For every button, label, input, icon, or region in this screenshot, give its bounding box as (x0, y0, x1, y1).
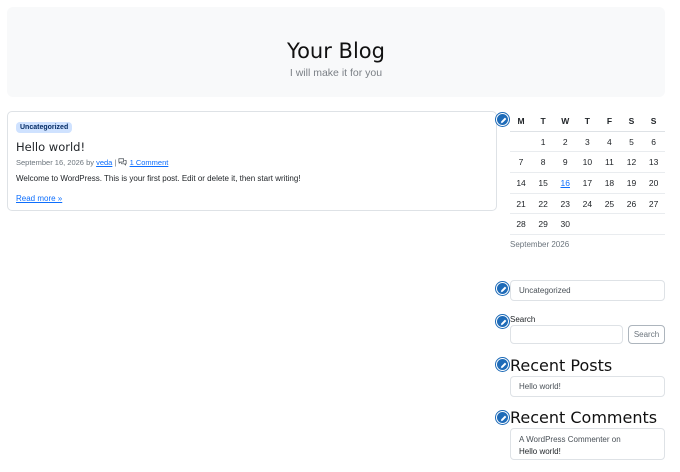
edit-calendar-button[interactable] (496, 113, 509, 126)
pencil-icon (500, 362, 507, 369)
edit-categories-button[interactable] (496, 282, 509, 295)
calendar-day: 27 (648, 198, 659, 209)
post-by-label: by (86, 158, 94, 167)
post-date: September 16, 2026 (16, 158, 84, 167)
pencil-icon (500, 117, 507, 124)
calendar-week: 7 8 9 10 11 12 13 (510, 152, 665, 174)
recent-post-link[interactable]: Hello world! (519, 382, 561, 391)
meta-separator: | (114, 158, 117, 167)
calendar-day: 26 (626, 198, 637, 209)
calendar-day (576, 214, 598, 234)
pencil-icon (500, 415, 507, 422)
calendar-day: 25 (604, 198, 615, 209)
calendar-day: 14 (516, 177, 526, 188)
category-link[interactable]: Uncategorized (519, 286, 571, 295)
calendar-weekday: T (584, 115, 590, 126)
calendar-weekday: M (517, 115, 525, 126)
calendar-day: 12 (626, 157, 637, 168)
calendar-day: 9 (562, 157, 568, 168)
calendar-day: 10 (582, 157, 593, 168)
calendar-week: 21 22 23 24 25 26 27 (510, 194, 665, 215)
site-tagline: I will make it for you (289, 67, 383, 79)
pencil-icon (500, 319, 507, 326)
post-card: Uncategorized Hello world! September 16,… (7, 111, 497, 211)
post-title[interactable]: Hello world! (16, 140, 85, 154)
calendar-weekday: S (650, 115, 657, 126)
calendar-day: 15 (538, 177, 548, 188)
comment-post-link[interactable]: Hello world! (519, 446, 656, 458)
calendar-day: 4 (607, 136, 612, 147)
calendar-day: 18 (604, 177, 615, 188)
post-comments-link[interactable]: 1 Comment (130, 158, 169, 167)
comment-author[interactable]: A WordPress Commenter (519, 435, 610, 444)
calendar-day: 24 (582, 198, 593, 209)
search-input[interactable] (510, 325, 623, 344)
recent-comment-item: A WordPress Commenter on (519, 434, 656, 446)
search-label: Search (510, 315, 536, 324)
calendar-day: 6 (651, 136, 656, 147)
calendar-day: 19 (626, 177, 637, 188)
category-badge[interactable]: Uncategorized (16, 122, 73, 133)
calendar-weekday-row: M T W T F S S (510, 111, 665, 132)
calendar-day: 1 (540, 136, 546, 147)
calendar-day (643, 214, 665, 234)
calendar-day: 22 (538, 198, 548, 209)
calendar-week: 28 29 30 (510, 214, 665, 236)
calendar-day: 23 (560, 198, 570, 209)
calendar-day: 17 (582, 177, 593, 188)
calendar-day-link[interactable]: 16 (561, 178, 570, 188)
edit-recent-comments-button[interactable] (496, 411, 509, 424)
calendar-day (620, 214, 642, 234)
edit-search-button[interactable] (496, 315, 509, 328)
calendar-day: 3 (584, 136, 590, 147)
calendar-day: 30 (560, 219, 570, 230)
comments-icon (118, 158, 127, 166)
recent-posts-list: Hello world! (510, 376, 665, 397)
pencil-icon (500, 286, 507, 293)
calendar-day: 8 (540, 157, 546, 168)
recent-comments-list: A WordPress Commenter on Hello world! (510, 428, 665, 460)
categories-widget: Uncategorized (510, 280, 665, 301)
calendar-widget: M T W T F S S 1 2 3 4 5 6 7 8 9 10 11 12… (510, 111, 665, 249)
calendar-day: 7 (518, 157, 524, 168)
calendar-day (598, 214, 620, 234)
post-excerpt: Welcome to WordPress. This is your first… (16, 174, 301, 183)
post-author-link[interactable]: veda (96, 158, 112, 167)
site-header: Your Blog I will make it for you (7, 7, 665, 97)
calendar-day (510, 132, 532, 152)
calendar-day: 5 (629, 136, 634, 147)
search-button[interactable]: Search (628, 325, 665, 344)
calendar-day-linked: 16 (554, 173, 576, 193)
read-more-link[interactable]: Read more » (16, 194, 62, 203)
calendar-day: 21 (516, 198, 526, 209)
calendar-day: 11 (605, 157, 614, 168)
calendar-weekday: W (561, 115, 570, 126)
calendar-week: 1 2 3 4 5 6 (510, 132, 665, 153)
recent-comments-heading: Recent Comments (510, 408, 658, 427)
calendar-day: 2 (562, 136, 568, 147)
site-title[interactable]: Your Blog (7, 39, 665, 63)
calendar-weekday: T (540, 115, 546, 126)
calendar-weekday: F (606, 115, 613, 126)
post-meta: September 16, 2026 by veda | 1 Comment (16, 158, 168, 167)
recent-posts-heading: Recent Posts (510, 356, 613, 375)
calendar-day: 20 (648, 177, 659, 188)
calendar-week: 14 15 16 17 18 19 20 (510, 173, 665, 194)
calendar-weekday: S (628, 115, 635, 126)
calendar-day: 13 (648, 157, 659, 168)
calendar-day: 28 (516, 219, 526, 230)
calendar-caption: September 2026 (510, 240, 570, 249)
edit-recent-posts-button[interactable] (496, 358, 509, 371)
calendar-day: 29 (538, 219, 548, 230)
comment-on-label: on (611, 435, 621, 444)
